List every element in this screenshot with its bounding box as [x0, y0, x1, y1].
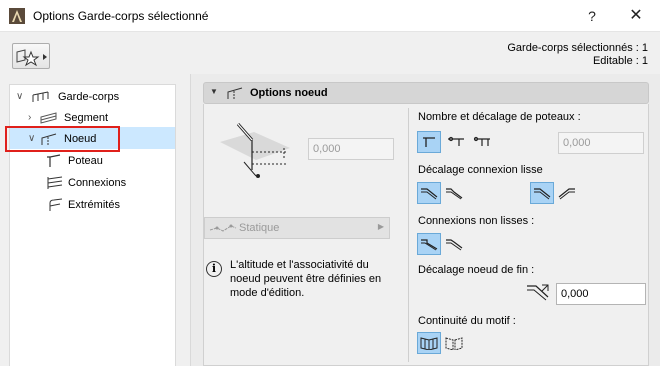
window-title: Options Garde-corps sélectionné	[33, 9, 209, 23]
smooth-offset-a2-button[interactable]	[442, 182, 466, 204]
end-node-offset-icon	[527, 284, 549, 301]
continuity-label: Continuité du motif :	[418, 315, 516, 327]
nonsmooth-1-button[interactable]	[417, 233, 441, 255]
collapse-chevron-icon[interactable]: ∨	[16, 87, 23, 107]
ends-icon	[49, 198, 63, 211]
expand-chevron-icon[interactable]: ›	[28, 108, 31, 128]
title-bar: Options Garde-corps sélectionné ? ✕	[0, 0, 660, 32]
static-mode-dropdown[interactable]: Statique ▶	[204, 217, 390, 239]
post-offset-icon	[448, 136, 464, 146]
dropdown-arrow-icon: ▶	[377, 222, 384, 231]
info-icon: i	[206, 261, 222, 277]
smooth-offset-a1-button[interactable]	[417, 182, 441, 204]
nonsmooth-2-button[interactable]	[442, 233, 466, 255]
stair-smooth-icon	[421, 188, 438, 200]
selection-info: Garde-corps sélectionnés : 1 Editable : …	[507, 42, 648, 68]
section-content: 0,000 Statique ▶ i L'altitude et l'assoc…	[203, 104, 649, 366]
segment-icon	[40, 112, 57, 124]
stair-break-icon	[421, 239, 438, 251]
posts-offset-field[interactable]: 0,000	[558, 132, 644, 154]
node-height-diagram-icon	[220, 123, 290, 178]
post-offset-type-2-button[interactable]	[444, 131, 468, 153]
tree-label-connexions: Connexions	[68, 177, 127, 189]
selected-count: Garde-corps sélectionnés : 1	[507, 42, 648, 54]
nonsmooth-label: Connexions non lisses :	[418, 215, 535, 227]
tree-label-garde-corps: Garde-corps	[58, 91, 120, 103]
post-icon	[47, 154, 61, 167]
smooth-offset-label: Décalage connexion lisse	[418, 164, 543, 176]
smooth-offset-b2-button[interactable]	[555, 182, 579, 204]
section-title: Options noeud	[250, 87, 328, 99]
end-offset-label: Décalage noeud de fin :	[418, 264, 535, 276]
section-header-options-noeud[interactable]: ▼ Options noeud	[203, 82, 649, 104]
highlight-box	[5, 126, 120, 152]
posts-label: Nombre et décalage de poteaux :	[418, 111, 581, 123]
stair-break-alt-icon	[446, 239, 463, 251]
stair-smooth-icon	[534, 188, 551, 200]
splitter[interactable]	[176, 74, 190, 366]
favorites-star-icon	[16, 49, 47, 67]
stair-smooth-alt-icon	[446, 188, 463, 200]
stair-smooth-reverse-icon	[558, 188, 575, 200]
node-icon	[227, 87, 243, 99]
options-panel: ▼ Options noeud 0,000 Statique ▶ i L'alt…	[190, 74, 660, 366]
close-button[interactable]: ✕	[614, 0, 658, 32]
continuity-off-button[interactable]	[442, 332, 466, 354]
post-offset-type-1-button[interactable]	[417, 131, 441, 153]
node-height-field[interactable]: 0,000	[308, 138, 394, 160]
static-mode-label: Statique	[239, 222, 280, 234]
static-mode-icon	[209, 224, 237, 232]
railing-icon	[32, 91, 49, 102]
continuity-on-button[interactable]	[417, 332, 441, 354]
pattern-break-icon	[445, 337, 463, 350]
post-multi-icon	[473, 136, 490, 146]
post-corner-icon	[423, 137, 435, 147]
post-offset-type-3-button[interactable]	[470, 131, 494, 153]
end-offset-field[interactable]: 0,000	[556, 283, 646, 305]
column-divider	[408, 108, 409, 362]
collapse-triangle-icon[interactable]: ▼	[210, 87, 218, 96]
info-text: L'altitude et l'associativité du noeud p…	[230, 259, 382, 299]
connections-icon	[47, 176, 63, 189]
tree-label-poteau: Poteau	[68, 155, 103, 167]
pattern-continuous-icon	[420, 337, 438, 350]
tree-label-extremites: Extrémités	[68, 199, 120, 211]
favorites-button[interactable]	[12, 43, 50, 69]
tree-label-segment: Segment	[64, 112, 109, 124]
smooth-offset-b1-button[interactable]	[530, 182, 554, 204]
archicad-app-icon	[9, 8, 25, 24]
editable-count: Editable : 1	[592, 55, 648, 67]
help-button[interactable]: ?	[570, 0, 614, 32]
